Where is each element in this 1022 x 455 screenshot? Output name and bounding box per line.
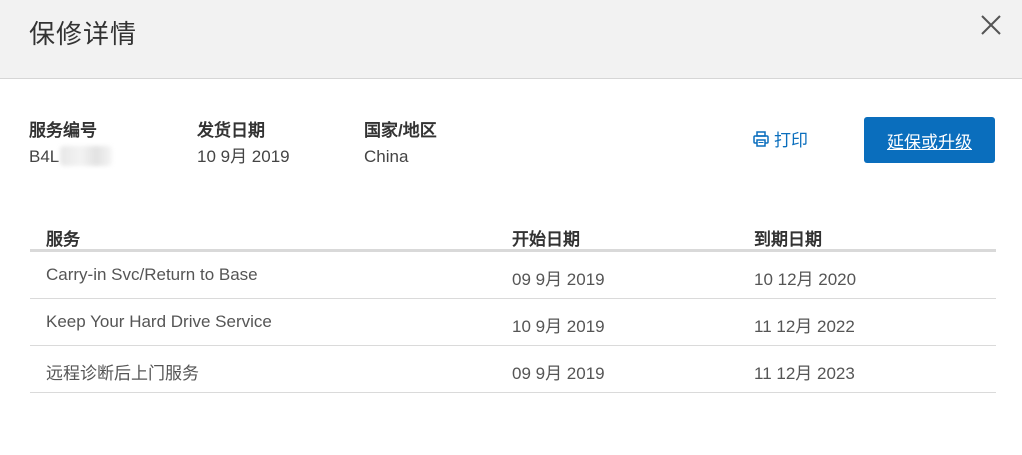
dialog-title: 保修详情 <box>29 19 138 49</box>
warranty-table: 服务 开始日期 到期日期 Carry-in Svc/Return to Base… <box>30 222 996 393</box>
country-block: 国家/地区 China <box>364 120 437 168</box>
cell-start-date: 10 9月 2019 <box>512 317 605 336</box>
ship-date-value: 10 9月 2019 <box>197 147 290 166</box>
country-label: 国家/地区 <box>364 121 437 140</box>
service-tag-label: 服务编号 <box>29 121 97 140</box>
printer-icon <box>753 130 769 147</box>
cell-start-date: 09 9月 2019 <box>512 270 605 289</box>
dialog-header: 保修详情 <box>0 0 1022 79</box>
close-button[interactable] <box>978 12 1004 38</box>
ship-date-block: 发货日期 10 9月 2019 <box>197 120 290 168</box>
header-end-date: 到期日期 <box>754 230 822 249</box>
ship-date-label: 发货日期 <box>197 121 265 140</box>
header-service: 服务 <box>46 230 80 249</box>
country-value: China <box>364 147 409 166</box>
table-row: Keep Your Hard Drive Service 10 9月 2019 … <box>30 299 996 346</box>
cell-start-date: 09 9月 2019 <box>512 364 605 383</box>
redacted-mask <box>60 146 113 166</box>
print-label: 打印 <box>774 131 808 150</box>
service-tag-value: B4L <box>29 146 113 168</box>
cell-service: Keep Your Hard Drive Service <box>46 312 272 331</box>
cell-service: 远程诊断后上门服务 <box>46 364 199 383</box>
cell-end-date: 10 12月 2020 <box>754 270 857 289</box>
cell-end-date: 11 12月 2023 <box>754 364 855 383</box>
close-icon <box>981 15 1001 35</box>
table-header-row: 服务 开始日期 到期日期 <box>30 222 996 252</box>
cell-service: Carry-in Svc/Return to Base <box>46 265 258 284</box>
header-start-date: 开始日期 <box>512 230 580 249</box>
service-tag-text: B4L <box>29 147 60 166</box>
cell-end-date: 11 12月 2022 <box>754 317 855 336</box>
extend-upgrade-button[interactable]: 延保或升级 <box>864 117 995 163</box>
table-row: 远程诊断后上门服务 09 9月 2019 11 12月 2023 <box>30 346 996 393</box>
print-link[interactable]: 打印 <box>752 126 808 151</box>
table-row: Carry-in Svc/Return to Base 09 9月 2019 1… <box>30 252 996 299</box>
service-tag-block: 服务编号 B4L <box>29 120 113 168</box>
